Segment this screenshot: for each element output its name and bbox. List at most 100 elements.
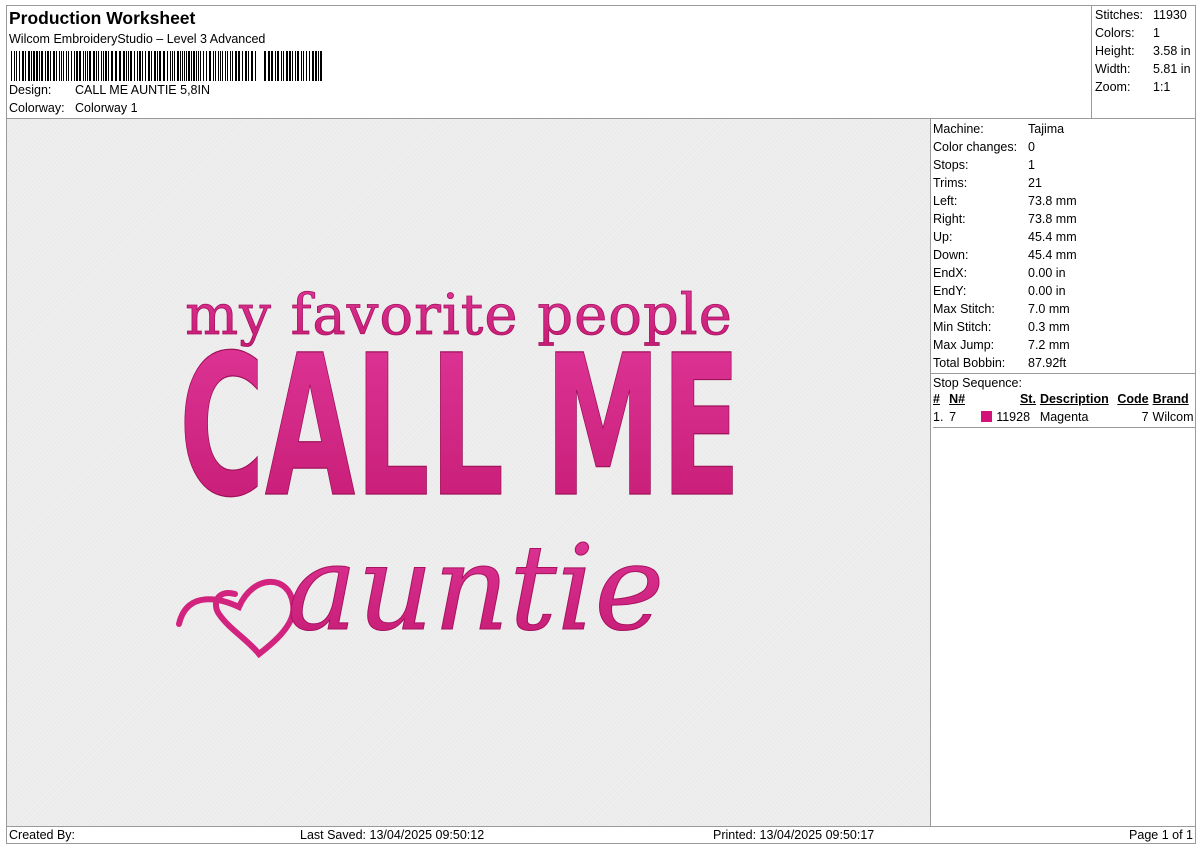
info-label: EndY:	[933, 284, 967, 298]
info-row: Right: 73.8 mm	[933, 211, 1196, 229]
info-row: EndX: 0.00 in	[933, 265, 1196, 283]
stat-value: 3.58 in	[1153, 44, 1191, 58]
info-label: Right:	[933, 212, 966, 226]
row-brand: Wilcom	[1152, 410, 1194, 424]
info-row: Down: 45.4 mm	[933, 247, 1196, 265]
info-row: EndY: 0.00 in	[933, 283, 1196, 301]
stat-value: 1	[1153, 26, 1160, 40]
info-value: 0	[1028, 140, 1035, 154]
stat-value: 11930	[1153, 8, 1187, 22]
info-label: Total Bobbin:	[933, 356, 1006, 370]
heart-swirl	[176, 578, 297, 659]
info-label: Max Stitch:	[933, 302, 995, 316]
info-value: 45.4 mm	[1028, 230, 1077, 244]
info-value: 21	[1028, 176, 1042, 190]
info-row: Machine: Tajima	[933, 121, 1196, 139]
stat-label: Colors:	[1095, 26, 1135, 40]
info-value: 45.4 mm	[1028, 248, 1077, 262]
stat-colors: Colors: 1	[1095, 25, 1196, 43]
info-row: Color changes: 0	[933, 139, 1196, 157]
info-value: 0.00 in	[1028, 284, 1066, 298]
info-row: Total Bobbin: 87.92ft	[933, 355, 1196, 373]
barcode	[11, 51, 322, 81]
col-description: Description	[1039, 392, 1109, 406]
stat-height: Height: 3.58 in	[1095, 43, 1196, 61]
col-num: #	[933, 392, 940, 406]
machine-info-panel: Machine: Tajima Color changes: 0 Stops: 1 Trim…	[931, 119, 1196, 826]
info-value: 0.3 mm	[1028, 320, 1070, 334]
worksheet-footer: Created By: Last Saved: 13/04/2025 09:50…	[7, 826, 1196, 844]
design-line-3: auntie	[287, 519, 664, 657]
info-value: 7.2 mm	[1028, 338, 1070, 352]
row-st: 11928	[996, 410, 1031, 424]
stat-value: 1:1	[1153, 80, 1171, 94]
stat-label: Height:	[1095, 44, 1135, 58]
info-value: 1	[1028, 158, 1035, 172]
info-label: Left:	[933, 194, 958, 208]
design-row: Design: CALL ME AUNTIE 5,8IN	[9, 83, 210, 97]
row-num: 1.	[933, 410, 944, 424]
stat-label: Zoom:	[1095, 80, 1131, 94]
info-value: 7.0 mm	[1028, 302, 1070, 316]
row-stitches-cell: 11928	[981, 409, 1040, 425]
worksheet-header: Production Worksheet Wilcom EmbroiderySt…	[7, 6, 1092, 119]
info-row: Max Stitch: 7.0 mm	[933, 301, 1196, 319]
info-label: Color changes:	[933, 140, 1018, 154]
last-saved: Last Saved: 13/04/2025 09:50:12	[300, 828, 485, 842]
info-value: 73.8 mm	[1028, 212, 1077, 226]
row-code: 7	[1141, 410, 1149, 424]
page-title: Production Worksheet	[9, 8, 196, 28]
info-row: Up: 45.4 mm	[933, 229, 1196, 247]
embroidery-design: my favorite people CALL ME auntie	[176, 283, 742, 659]
page-number: Page 1 of 1	[1129, 828, 1193, 842]
info-row: Max Jump: 7.2 mm	[933, 337, 1196, 355]
summary-stats: Stitches: 11930 Colors: 1 Height: 3.58 in W…	[1092, 6, 1196, 119]
design-name: CALL ME AUNTIE 5,8IN	[75, 83, 210, 97]
colorway-name: Colorway 1	[75, 101, 138, 115]
stat-value: 5.81 in	[1153, 62, 1191, 76]
design-label: Design:	[9, 83, 52, 97]
info-value: Tajima	[1028, 122, 1065, 136]
stat-label: Stitches:	[1095, 8, 1143, 22]
design-preview: my favorite people CALL ME auntie	[7, 119, 931, 826]
stat-width: Width: 5.81 in	[1095, 61, 1196, 79]
stop-table: # N# St. Description Code Brand 1. 7 119…	[933, 390, 1196, 426]
col-brand: Brand	[1152, 392, 1189, 406]
info-row: Trims: 21	[933, 175, 1196, 193]
software-name: Wilcom EmbroideryStudio – Level 3 Advanc…	[9, 32, 266, 46]
col-code: Code	[1117, 392, 1149, 406]
stop-sequence-title: Stop Sequence:	[933, 376, 1022, 390]
design-line-2: CALL ME	[179, 313, 741, 540]
table-row: 1. 7 11928 Magenta 7 Wilcom	[933, 408, 1196, 426]
row-n: 7	[949, 410, 957, 424]
info-row: Min Stitch: 0.3 mm	[933, 319, 1196, 337]
info-row: Stops: 1	[933, 157, 1196, 175]
row-description: Magenta	[1039, 410, 1089, 424]
info-value: 87.92ft	[1028, 356, 1067, 370]
colorway-label: Colorway:	[9, 101, 65, 115]
info-label: Down:	[933, 248, 969, 262]
stat-label: Width:	[1095, 62, 1131, 76]
info-label: Trims:	[933, 176, 968, 190]
stop-sequence: Stop Sequence: # N# St. Description Code…	[931, 373, 1196, 428]
worksheet-frame: Production Worksheet Wilcom EmbroiderySt…	[6, 5, 1196, 844]
info-row: Left: 73.8 mm	[933, 193, 1196, 211]
info-label: Max Jump:	[933, 338, 995, 352]
col-n: N#	[949, 392, 966, 406]
created-by: Created By:	[9, 828, 76, 842]
info-value: 0.00 in	[1028, 266, 1066, 280]
stat-stitches: Stitches: 11930	[1095, 7, 1196, 25]
stop-sequence-divider	[933, 427, 1196, 428]
info-label: EndX:	[933, 266, 968, 280]
colorway-row: Colorway: Colorway 1	[9, 101, 138, 115]
stop-table-header: # N# St. Description Code Brand	[933, 390, 1196, 408]
info-label: Machine:	[933, 122, 984, 136]
machine-info-list: Machine: Tajima Color changes: 0 Stops: 1 Trim…	[931, 119, 1196, 373]
stat-zoom: Zoom: 1:1	[1095, 79, 1196, 97]
printed-date: Printed: 13/04/2025 09:50:17	[713, 828, 875, 842]
info-label: Min Stitch:	[933, 320, 992, 334]
col-st: St.	[1019, 392, 1036, 406]
info-value: 73.8 mm	[1028, 194, 1077, 208]
color-swatch	[981, 411, 993, 422]
info-label: Stops:	[933, 158, 969, 172]
